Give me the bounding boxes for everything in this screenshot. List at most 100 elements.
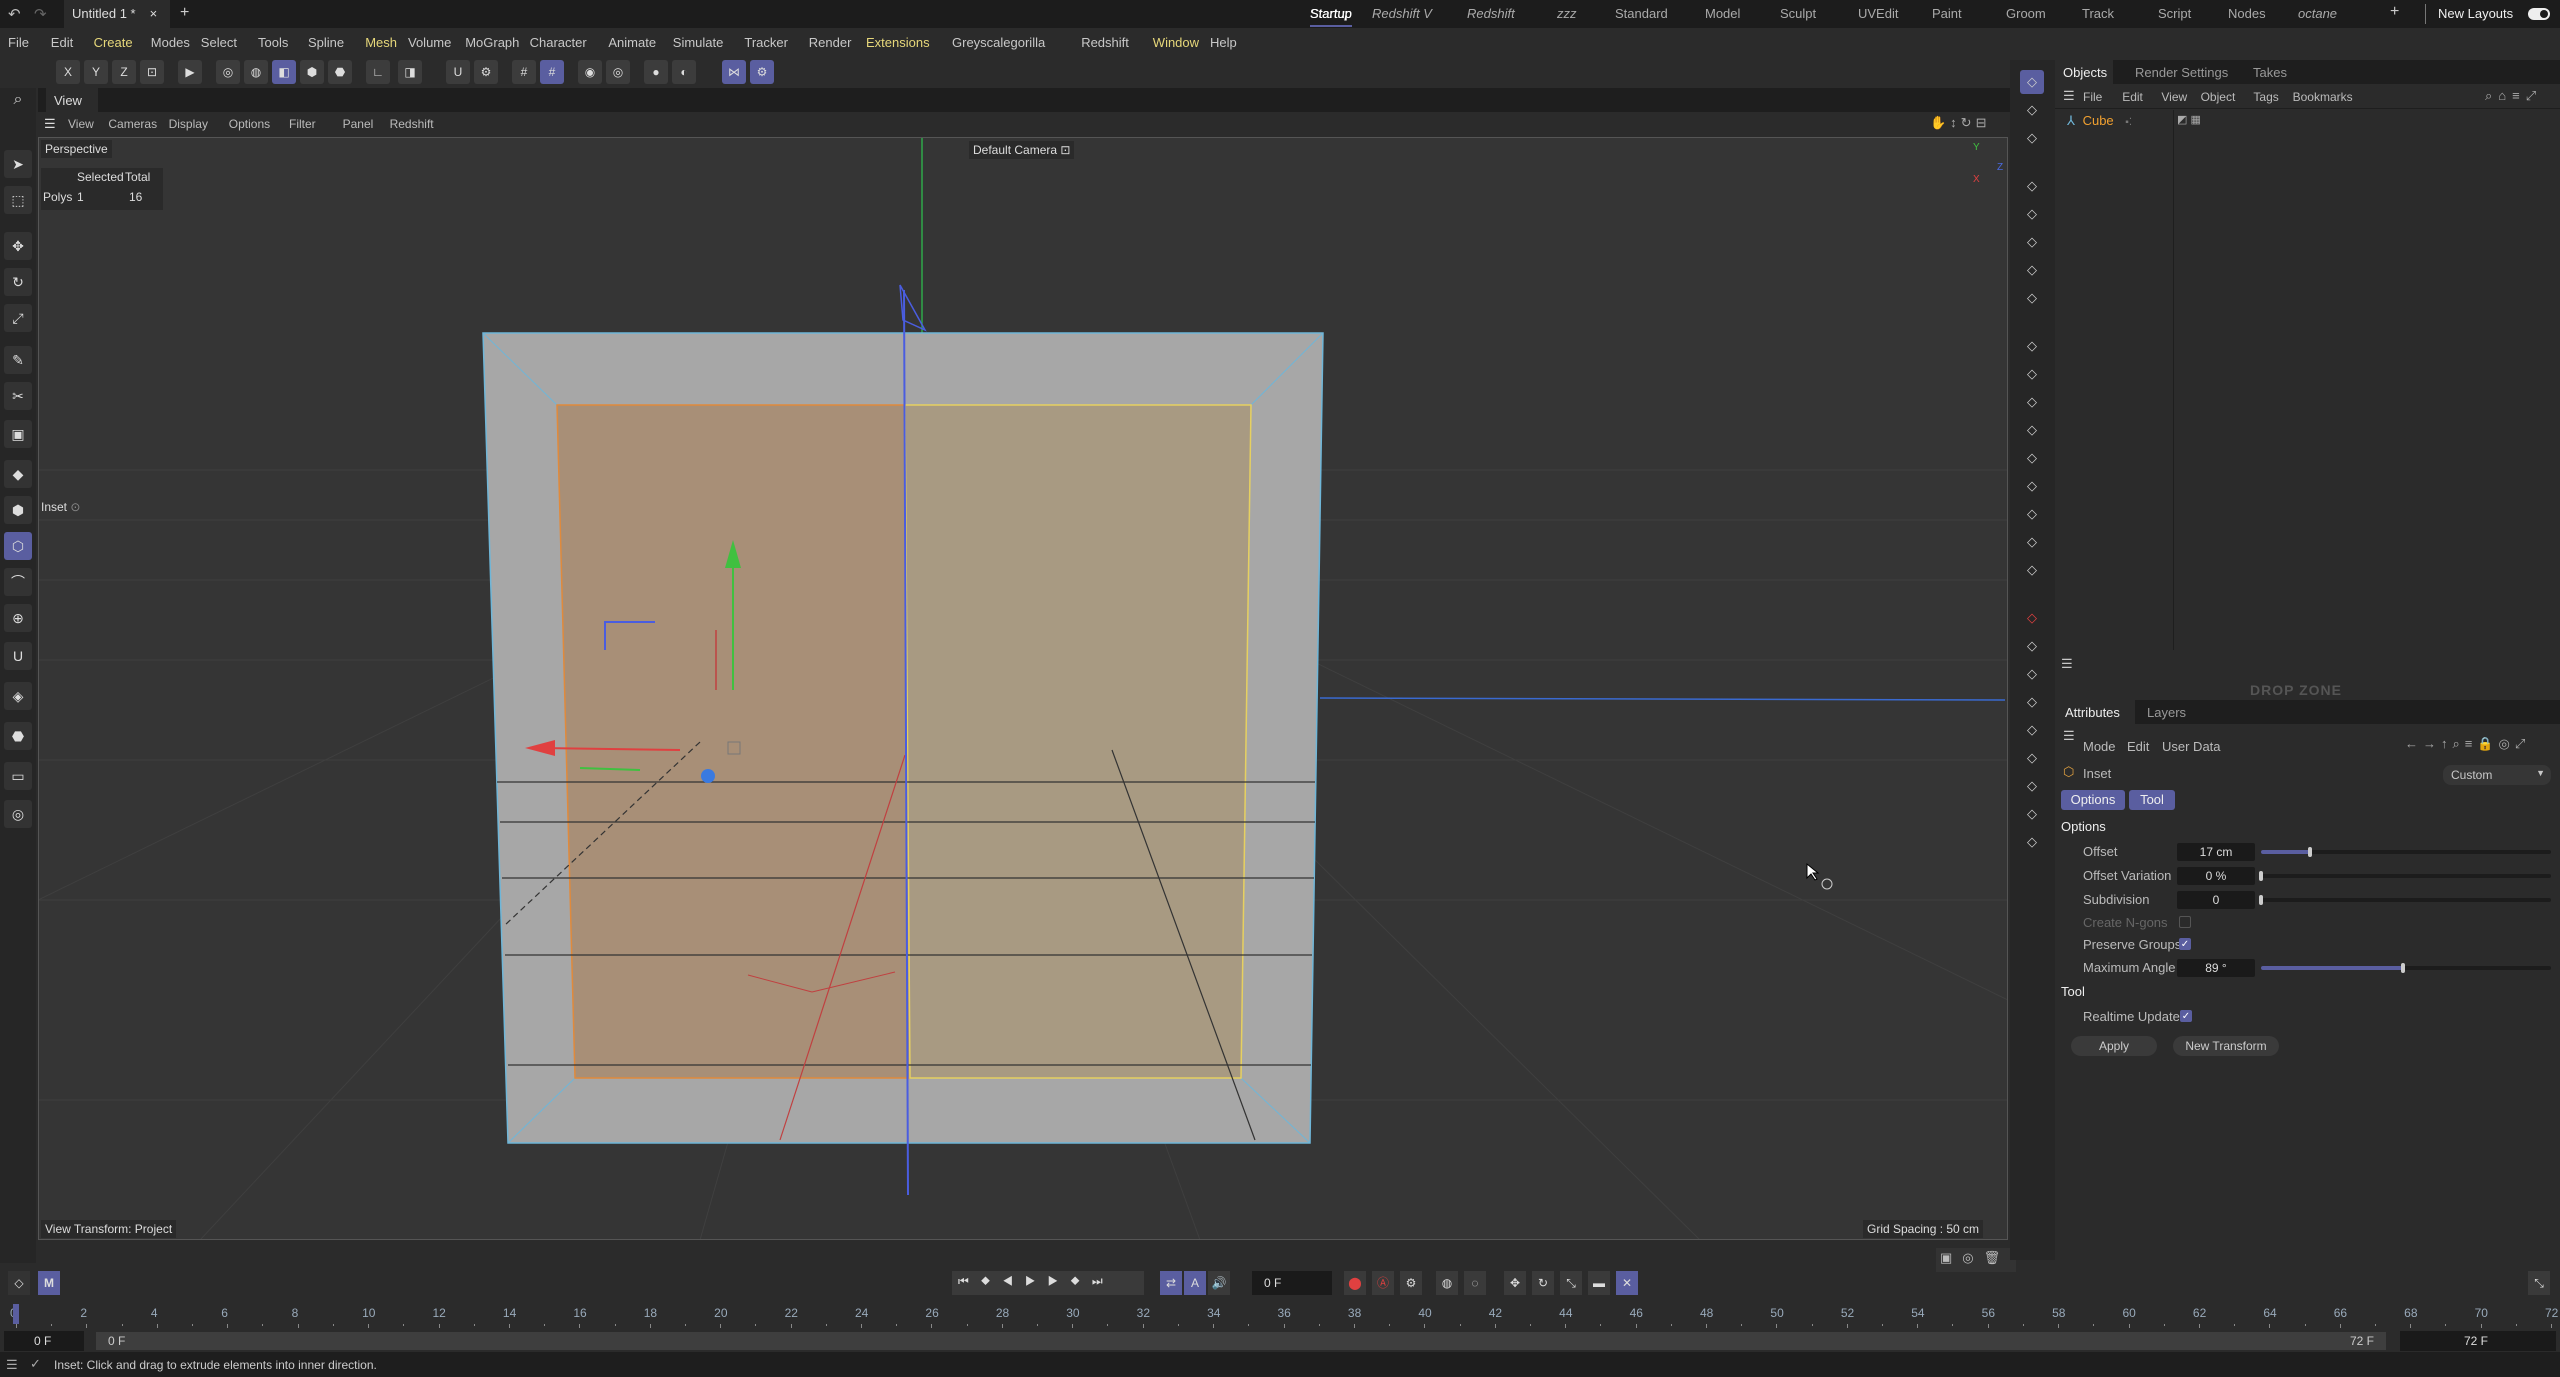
hamburger-icon[interactable]: ☰ [2063, 88, 2075, 104]
slider-handle[interactable] [2401, 963, 2406, 973]
camera-icon[interactable]: ◎ [4, 800, 32, 828]
model-mode-icon[interactable]: ◎ [216, 60, 240, 84]
tags-icons[interactable]: ◩ ▦ [2177, 113, 2201, 126]
menu-extensions[interactable]: Extensions [866, 35, 930, 50]
menu-create[interactable]: Create [94, 35, 133, 50]
offset-variation-slider[interactable] [2259, 871, 2551, 881]
realtime-update-checkbox[interactable]: ✓ [2180, 1010, 2192, 1022]
lock-z-button[interactable]: Z [112, 60, 136, 84]
knife-icon[interactable]: ✂ [4, 382, 32, 410]
document-tab[interactable]: Untitled 1 * × [64, 0, 170, 28]
polygon-mode-icon[interactable]: ◧ [272, 60, 296, 84]
workspace-tab-sculpt[interactable]: Sculpt [1780, 6, 1816, 21]
offset-variation-field[interactable]: 0 % [2177, 867, 2255, 885]
slide-icon[interactable]: ◈ [4, 682, 32, 710]
workspace-tab-script[interactable]: Script [2158, 6, 2191, 21]
hamburger-icon[interactable]: ☰ [2061, 656, 2073, 671]
render-settings-icon[interactable]: ◎ [606, 60, 630, 84]
tab-view[interactable]: View [46, 88, 98, 112]
snap-settings-icon[interactable]: ⚙ [474, 60, 498, 84]
menu-render[interactable]: Render [809, 35, 852, 50]
menu-file[interactable]: File [8, 35, 29, 50]
cloner-icon[interactable]: ◇ [2020, 418, 2044, 442]
paint-icon[interactable]: ◇ [2020, 830, 2044, 854]
spline-pen-icon[interactable]: ◇ [2020, 230, 2044, 254]
picture-viewer-icon[interactable]: ◇ [2020, 690, 2044, 714]
tag-icon[interactable]: ◇ [2020, 502, 2044, 526]
hair-icon[interactable]: ◇ [2020, 802, 2044, 826]
hamburger-icon[interactable]: ☰ [6, 1357, 18, 1373]
redshift-ipr-icon[interactable]: ◐ [672, 60, 696, 84]
uv-mode-icon[interactable]: ⬣ [328, 60, 352, 84]
cube-solid-icon[interactable]: ◇ [2020, 362, 2044, 386]
autokey-icon[interactable]: Ⓐ [1372, 1271, 1394, 1295]
workspace-tab-groom[interactable]: Groom [2006, 6, 2046, 21]
objects-menu-edit[interactable]: Edit [2122, 90, 2143, 104]
mograph-icon[interactable]: ◇ [2020, 558, 2044, 582]
view-menu-cameras[interactable]: Cameras [108, 117, 157, 131]
brush-tool-icon[interactable]: ▭ [4, 762, 32, 790]
axis-mode-icon[interactable]: ∟ [366, 60, 390, 84]
record-icon[interactable]: ⬤ [1344, 1271, 1366, 1295]
menu-modes[interactable]: Modes [151, 35, 190, 50]
cube-create-icon[interactable]: ◆ [4, 460, 32, 488]
maximum-angle-field[interactable]: 89 ° [2177, 959, 2255, 977]
redo-icon[interactable]: ↷ [34, 5, 47, 23]
redshift-icon[interactable]: ◇ [2020, 606, 2044, 630]
menu-mode[interactable]: Mode [2083, 739, 2116, 754]
workspace-tab-uvedit[interactable]: UVEdit [1858, 6, 1898, 21]
maximum-angle-slider[interactable] [2261, 963, 2551, 973]
rotate-icon[interactable]: ↻ [4, 268, 32, 296]
new-layouts-button[interactable]: New Layouts [2438, 6, 2513, 21]
view-menu-options[interactable]: Options [229, 117, 270, 131]
pla-icon[interactable]: ◌ [1464, 1271, 1486, 1295]
objects-menu-object[interactable]: Object [2201, 90, 2236, 104]
new-transform-button[interactable]: New Transform [2173, 1036, 2279, 1056]
objects-menu-file[interactable]: File [2083, 90, 2102, 104]
gear-generator-icon[interactable]: ◇ [2020, 474, 2044, 498]
subdivision-slider[interactable] [2259, 895, 2551, 905]
menu-mograph[interactable]: MoGraph [465, 35, 519, 50]
edge-mode-icon[interactable]: ⬢ [300, 60, 324, 84]
timeline-ruler[interactable]: 0246810121416182022242628303234363840424… [0, 1302, 2560, 1330]
hamburger-icon[interactable]: ☰ [44, 116, 56, 132]
menu-animate[interactable]: Animate [608, 35, 656, 50]
slider-handle[interactable] [2308, 847, 2313, 857]
menu-select[interactable]: Select [201, 35, 237, 50]
effector-icon[interactable]: ◇ [2020, 446, 2044, 470]
keyframe-selection-icon[interactable]: ◍ [1436, 1271, 1458, 1295]
objects-menu-tags[interactable]: Tags [2253, 90, 2278, 104]
inset-face-right[interactable] [904, 404, 1252, 1079]
tab-render-settings[interactable]: Render Settings [2135, 65, 2228, 80]
workspace-tab-zzz[interactable]: zzz [1557, 6, 1577, 21]
auto-speed-icon[interactable]: A [1184, 1271, 1206, 1295]
objects-menu-bookmarks[interactable]: Bookmarks [2293, 90, 2353, 104]
camera-label[interactable]: Perspective [41, 140, 112, 158]
menu-edit[interactable]: Edit [2127, 739, 2149, 754]
current-frame-field[interactable]: 0 F [1252, 1271, 1332, 1295]
redshift-render-icon[interactable]: ● [644, 60, 668, 84]
link-icon[interactable]: ◇ [2020, 746, 2044, 770]
live-select-icon[interactable]: ⬚ [4, 186, 32, 214]
move-icon[interactable]: ✥ [4, 232, 32, 260]
menu-window[interactable]: Window [1153, 35, 1199, 50]
menu-simulate[interactable]: Simulate [673, 35, 724, 50]
apply-button[interactable]: Apply [2071, 1036, 2157, 1056]
text-icon[interactable]: ◇ [2020, 390, 2044, 414]
menu-tools[interactable]: Tools [258, 35, 288, 50]
point-icon[interactable]: ◇ [2020, 286, 2044, 310]
motion-mode-icon[interactable]: M [38, 1271, 60, 1295]
workplane-icon[interactable]: # [512, 60, 536, 84]
point-mode-icon[interactable]: ◍ [244, 60, 268, 84]
bevel-icon[interactable]: ⬣ [4, 722, 32, 750]
tab-objects[interactable]: Objects [2063, 65, 2107, 80]
render-active-icon[interactable]: ◉ [578, 60, 602, 84]
subdivision-field[interactable]: 0 [2177, 891, 2255, 909]
menu-character[interactable]: Character [530, 35, 587, 50]
render-view-icon[interactable]: ▶ [178, 60, 202, 84]
playhead[interactable] [13, 1304, 19, 1324]
tab-takes[interactable]: Takes [2253, 65, 2287, 80]
ik-icon[interactable]: ◇ [2020, 126, 2044, 150]
offset-slider[interactable] [2261, 847, 2551, 857]
end-frame-field[interactable]: 72 F [2400, 1331, 2556, 1351]
